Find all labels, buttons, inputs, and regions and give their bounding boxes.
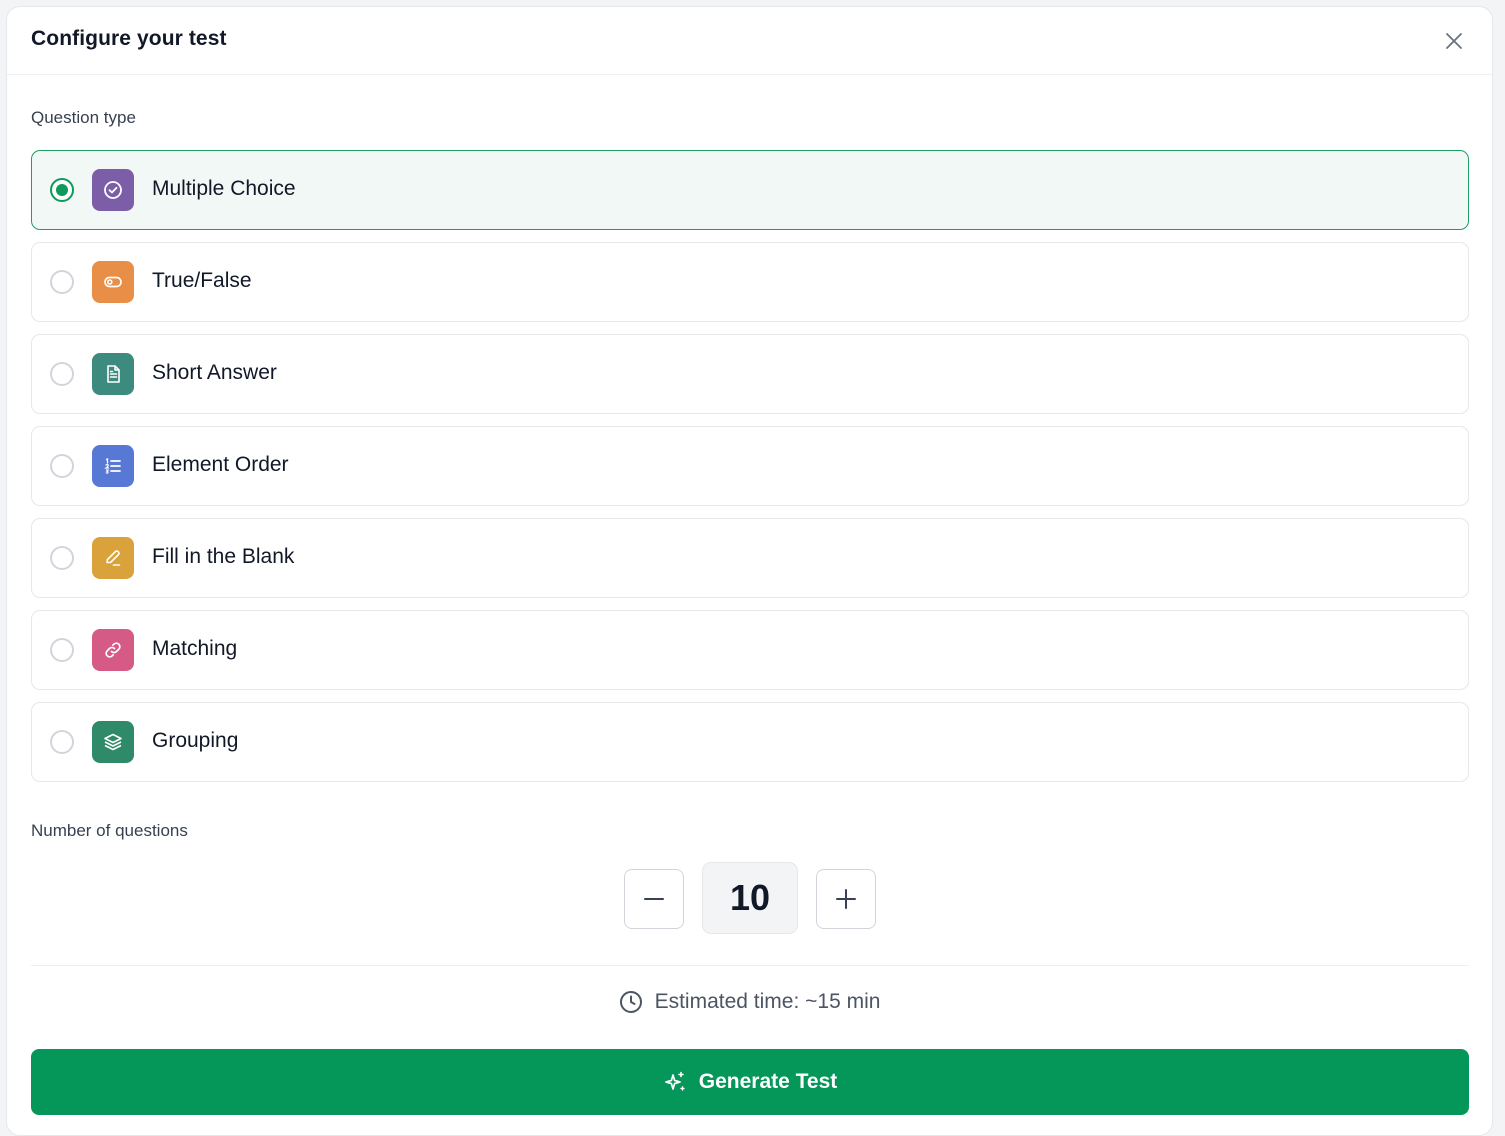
option-element-order[interactable]: Element Order [31, 426, 1469, 506]
question-count-stepper: 10 [624, 862, 878, 934]
option-matching[interactable]: Matching [31, 610, 1469, 690]
option-label: True/False [152, 269, 252, 292]
radio-unselected[interactable] [50, 362, 74, 386]
increment-button[interactable] [816, 869, 876, 929]
option-label: Element Order [152, 453, 289, 476]
close-button[interactable] [1442, 29, 1466, 53]
question-type-label: Question type [31, 108, 136, 127]
sparkles-icon [664, 1071, 685, 1091]
link-icon [92, 629, 134, 671]
option-multiple-choice[interactable]: Multiple Choice [31, 150, 1469, 230]
option-label: Multiple Choice [152, 177, 296, 200]
option-label: Short Answer [152, 361, 277, 384]
radio-unselected[interactable] [50, 270, 74, 294]
radio-unselected[interactable] [50, 546, 74, 570]
document-icon [92, 353, 134, 395]
option-label: Fill in the Blank [152, 545, 295, 568]
divider [31, 965, 1469, 966]
ordered-list-icon [92, 445, 134, 487]
option-true-false[interactable]: True/False [31, 242, 1469, 322]
generate-test-label: Generate Test [698, 1070, 838, 1093]
close-icon [1446, 33, 1462, 49]
configure-test-dialog: Configure your test Question type Multip… [6, 6, 1493, 1136]
estimated-time-text: Estimated time: ~15 min [654, 990, 881, 1013]
plus-icon [836, 889, 856, 909]
check-circle-icon [92, 169, 134, 211]
question-type-options: Multiple Choice True/False Short Answer … [31, 150, 1469, 794]
generate-test-button[interactable]: Generate Test [31, 1049, 1469, 1115]
option-grouping[interactable]: Grouping [31, 702, 1469, 782]
minus-icon [644, 898, 664, 900]
toggle-icon [92, 261, 134, 303]
pencil-icon [92, 537, 134, 579]
dialog-title: Configure your test [31, 27, 227, 50]
layers-icon [92, 721, 134, 763]
number-of-questions-label: Number of questions [31, 821, 188, 840]
radio-unselected[interactable] [50, 638, 74, 662]
option-label: Grouping [152, 729, 239, 752]
radio-unselected[interactable] [50, 730, 74, 754]
option-fill-in-the-blank[interactable]: Fill in the Blank [31, 518, 1469, 598]
radio-unselected[interactable] [50, 454, 74, 478]
clock-icon [619, 991, 642, 1013]
option-short-answer[interactable]: Short Answer [31, 334, 1469, 414]
dialog-header: Configure your test [7, 7, 1492, 75]
radio-selected[interactable] [50, 178, 74, 202]
question-count-value: 10 [702, 862, 798, 934]
estimated-time: Estimated time: ~15 min [7, 990, 1492, 1014]
decrement-button[interactable] [624, 869, 684, 929]
option-label: Matching [152, 637, 238, 660]
